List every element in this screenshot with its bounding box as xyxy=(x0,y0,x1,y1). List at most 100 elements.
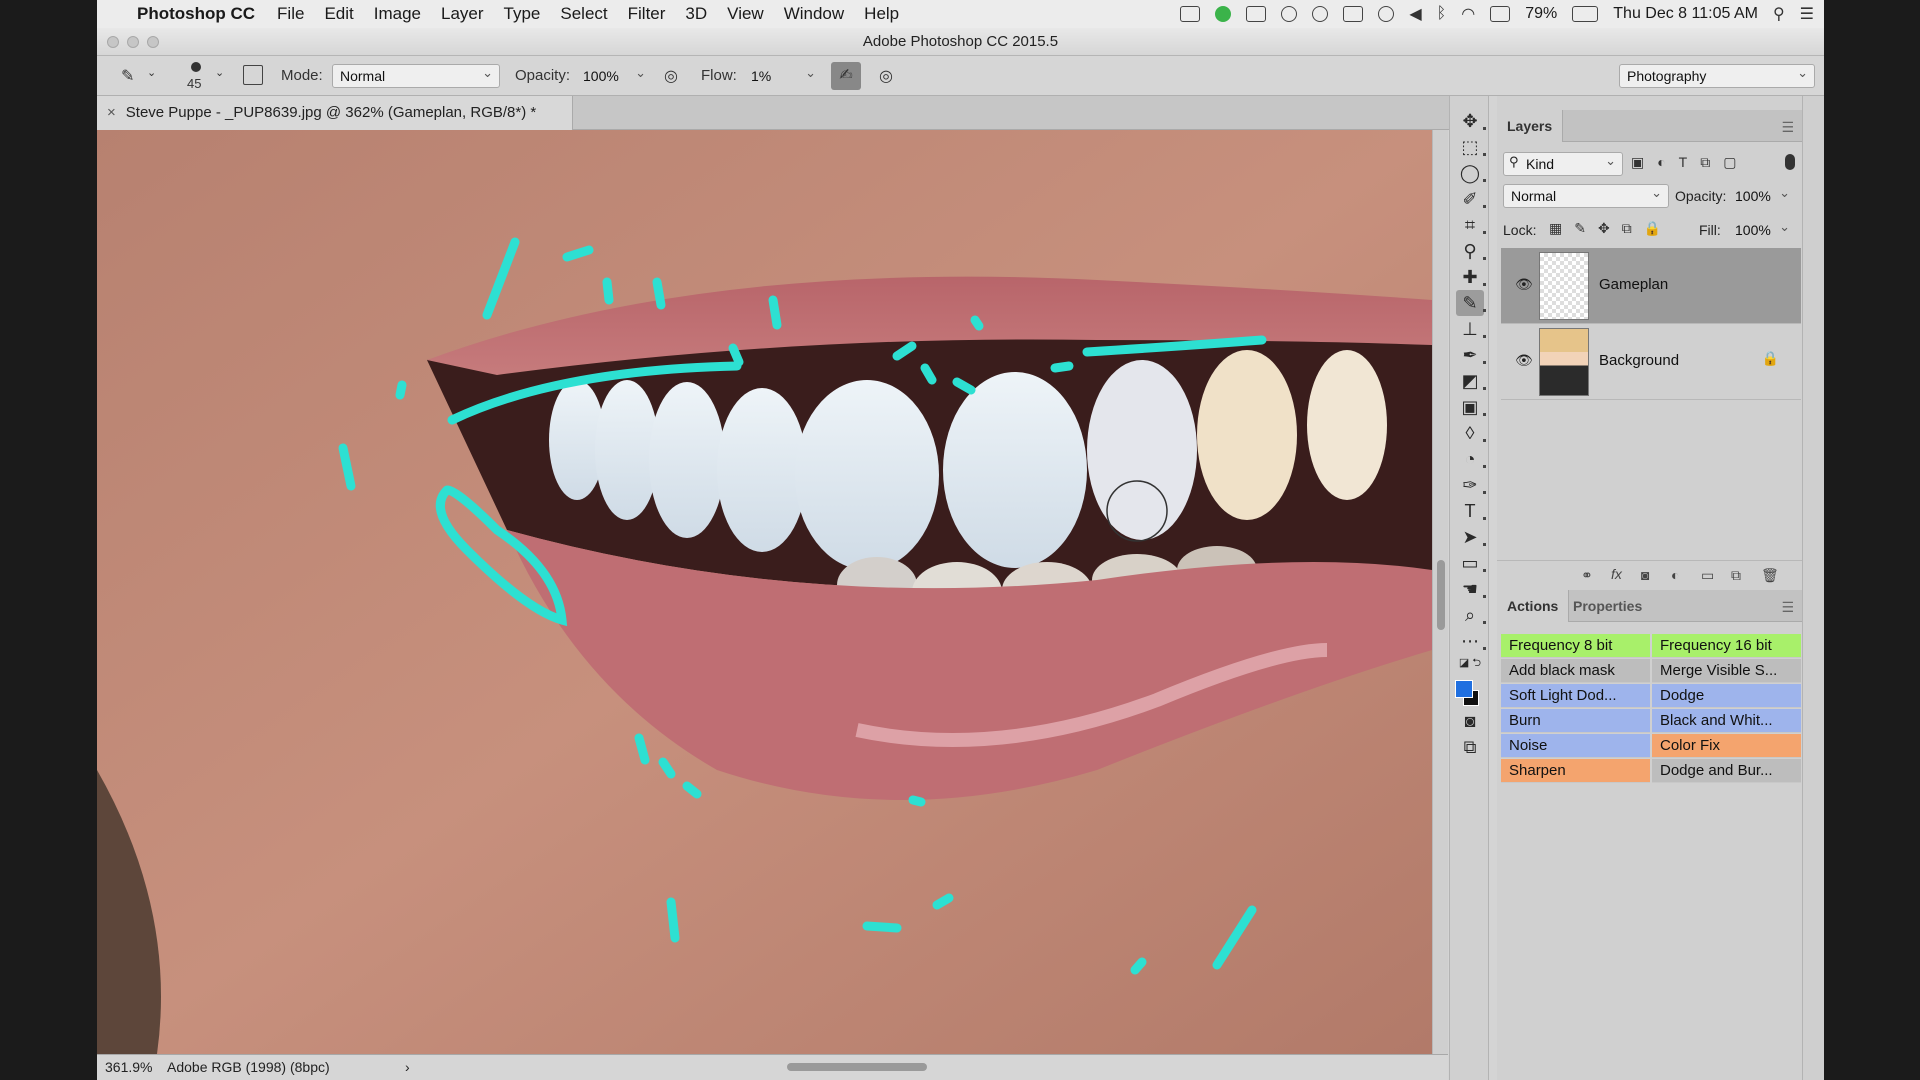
move-icon[interactable]: ✥ xyxy=(1456,108,1486,134)
bluetooth-icon[interactable]: ᛒ xyxy=(1437,5,1447,23)
history-brush-icon[interactable]: ✒ xyxy=(1456,342,1486,368)
new-group-icon[interactable]: ▭ xyxy=(1701,567,1714,584)
preset-chevron-icon[interactable]: ⌄ xyxy=(147,66,156,79)
layer-name[interactable]: Gameplan xyxy=(1599,276,1668,293)
pressure-opacity-icon[interactable]: ◎ xyxy=(664,66,678,86)
fill-field[interactable]: 100% xyxy=(1727,216,1797,242)
visibility-eye-icon[interactable]: 👁 xyxy=(1515,352,1533,369)
menu-select[interactable]: Select xyxy=(560,4,607,24)
spotlight-search-icon[interactable]: ⚲ xyxy=(1773,4,1785,24)
menu-filter[interactable]: Filter xyxy=(628,4,666,24)
close-window-icon[interactable] xyxy=(107,36,119,48)
add-mask-icon[interactable]: ◙ xyxy=(1641,567,1649,583)
display-icon[interactable] xyxy=(1246,6,1267,22)
menu-3d[interactable]: 3D xyxy=(685,4,707,24)
volume-icon[interactable]: ◀ xyxy=(1409,4,1421,24)
zoom-level[interactable]: 361.9% xyxy=(105,1055,152,1079)
shape-icon[interactable]: ▭ xyxy=(1456,550,1486,576)
healing-icon[interactable]: ✚ xyxy=(1456,264,1486,290)
notification-center-icon[interactable]: ☰ xyxy=(1800,4,1814,24)
blend-mode-select[interactable]: Normal xyxy=(1503,182,1669,208)
app-menu[interactable]: Photoshop CC xyxy=(137,4,255,24)
wifi-icon[interactable]: ◠ xyxy=(1461,4,1475,24)
tab-layers[interactable]: Layers xyxy=(1497,110,1564,142)
action-button[interactable]: Noise xyxy=(1501,734,1650,758)
document-tab[interactable]: × Steve Puppe - _PUP8639.jpg @ 362% (Game… xyxy=(97,96,573,130)
new-layer-icon[interactable]: ⧉ xyxy=(1731,567,1741,584)
eraser-icon[interactable]: ◩ xyxy=(1456,368,1486,394)
lock-options-icons[interactable]: ▦✎✥⧉🔒 xyxy=(1549,220,1673,237)
screen-record-icon[interactable] xyxy=(1180,6,1201,22)
canvas-vertical-scrollbar[interactable] xyxy=(1432,130,1448,1054)
close-tab-icon[interactable]: × xyxy=(107,104,116,121)
actions-panel-menu-icon[interactable]: ☰ xyxy=(1781,599,1794,616)
action-button[interactable]: Dodge xyxy=(1652,684,1801,708)
type-icon[interactable]: T xyxy=(1456,498,1486,524)
brush-icon[interactable]: ✎ xyxy=(1456,290,1486,316)
path-select-icon[interactable]: ➤ xyxy=(1456,524,1486,550)
layer-row-background[interactable]: 👁 Background 🔒 xyxy=(1501,324,1801,400)
pressure-size-icon[interactable]: ◎ xyxy=(879,66,893,86)
action-button[interactable]: Dodge and Bur... xyxy=(1652,759,1801,783)
action-button[interactable]: Color Fix xyxy=(1652,734,1801,758)
menu-window[interactable]: Window xyxy=(784,4,844,24)
horizontal-scroll-thumb[interactable] xyxy=(787,1063,927,1071)
dock-collapse-strip[interactable] xyxy=(1802,96,1824,1080)
menu-type[interactable]: Type xyxy=(504,4,541,24)
layer-opacity-field[interactable]: 100% xyxy=(1727,182,1797,208)
zoom-icon[interactable]: ⌕ xyxy=(1456,602,1486,628)
action-button[interactable]: Soft Light Dod... xyxy=(1501,684,1650,708)
action-button[interactable]: Add black mask xyxy=(1501,659,1650,683)
brush-picker-chevron-icon[interactable]: ⌄ xyxy=(215,66,224,79)
vertical-scroll-thumb[interactable] xyxy=(1437,560,1445,630)
mode-select[interactable]: Normal xyxy=(332,62,500,88)
flow-field[interactable]: 1% xyxy=(743,62,823,88)
quick-select-icon[interactable]: ✐ xyxy=(1456,186,1486,212)
zoom-window-icon[interactable] xyxy=(147,36,159,48)
status-menu-arrow-icon[interactable]: › xyxy=(405,1055,410,1079)
menu-help[interactable]: Help xyxy=(864,4,899,24)
brush-panel-toggle-icon[interactable] xyxy=(243,65,263,85)
brush-preview-icon[interactable] xyxy=(191,62,201,72)
workspace-select[interactable]: Photography xyxy=(1619,62,1815,88)
layers-panel-menu-icon[interactable]: ☰ xyxy=(1781,119,1794,136)
battery-icon[interactable] xyxy=(1572,6,1599,22)
action-button[interactable]: Burn xyxy=(1501,709,1650,733)
menu-file[interactable]: File xyxy=(277,4,304,24)
clock[interactable]: Thu Dec 8 11:05 AM xyxy=(1613,5,1758,23)
adjustment-layer-icon[interactable]: ◐ xyxy=(1671,567,1679,583)
menu-view[interactable]: View xyxy=(727,4,764,24)
layer-style-icon[interactable]: fx xyxy=(1611,566,1622,582)
visibility-eye-icon[interactable]: 👁 xyxy=(1515,276,1533,293)
layer-filter-type-icons[interactable]: ▣◐T⧉▢ xyxy=(1631,154,1749,171)
brush-tool-preset-icon[interactable]: ✎ xyxy=(121,66,134,86)
foreground-color-swatch[interactable] xyxy=(1455,680,1473,698)
link-layers-icon[interactable]: ⚭ xyxy=(1581,567,1593,584)
menu-layer[interactable]: Layer xyxy=(441,4,484,24)
dodge-icon[interactable]: ◔ xyxy=(1456,446,1486,472)
tab-properties[interactable]: Properties xyxy=(1563,590,1652,622)
layer-row-gameplan[interactable]: 👁 Gameplan xyxy=(1501,248,1801,324)
keyboard-icon[interactable] xyxy=(1490,6,1511,22)
menu-edit[interactable]: Edit xyxy=(324,4,353,24)
crop-icon[interactable]: ⌗ xyxy=(1456,212,1486,238)
action-button[interactable]: Merge Visible S... xyxy=(1652,659,1801,683)
layer-filter-select[interactable]: Kind xyxy=(1503,150,1623,176)
default-colors-icon[interactable]: ◪ ⮌ xyxy=(1456,650,1484,676)
quick-mask-icon[interactable]: ◙ xyxy=(1456,708,1484,734)
tab-actions[interactable]: Actions xyxy=(1497,590,1570,622)
eyedropper-icon[interactable]: ⚲ xyxy=(1456,238,1486,264)
minimize-window-icon[interactable] xyxy=(127,36,139,48)
action-button[interactable]: Black and Whit... xyxy=(1652,709,1801,733)
headphones-icon[interactable] xyxy=(1281,6,1298,22)
lasso-icon[interactable]: ◯ xyxy=(1456,160,1486,186)
airplay-icon[interactable] xyxy=(1343,6,1364,22)
opacity-field[interactable]: 100% xyxy=(575,62,653,88)
action-button[interactable]: Frequency 16 bit xyxy=(1652,634,1801,658)
filter-toggle-icon[interactable] xyxy=(1785,154,1795,170)
layer-name[interactable]: Background xyxy=(1599,352,1679,369)
hand-icon[interactable]: ☚ xyxy=(1456,576,1486,602)
screen-mode-icon[interactable]: ⧉ xyxy=(1456,734,1484,760)
delete-layer-icon[interactable]: 🗑 xyxy=(1761,567,1779,584)
blur-icon[interactable]: ◊ xyxy=(1456,420,1486,446)
